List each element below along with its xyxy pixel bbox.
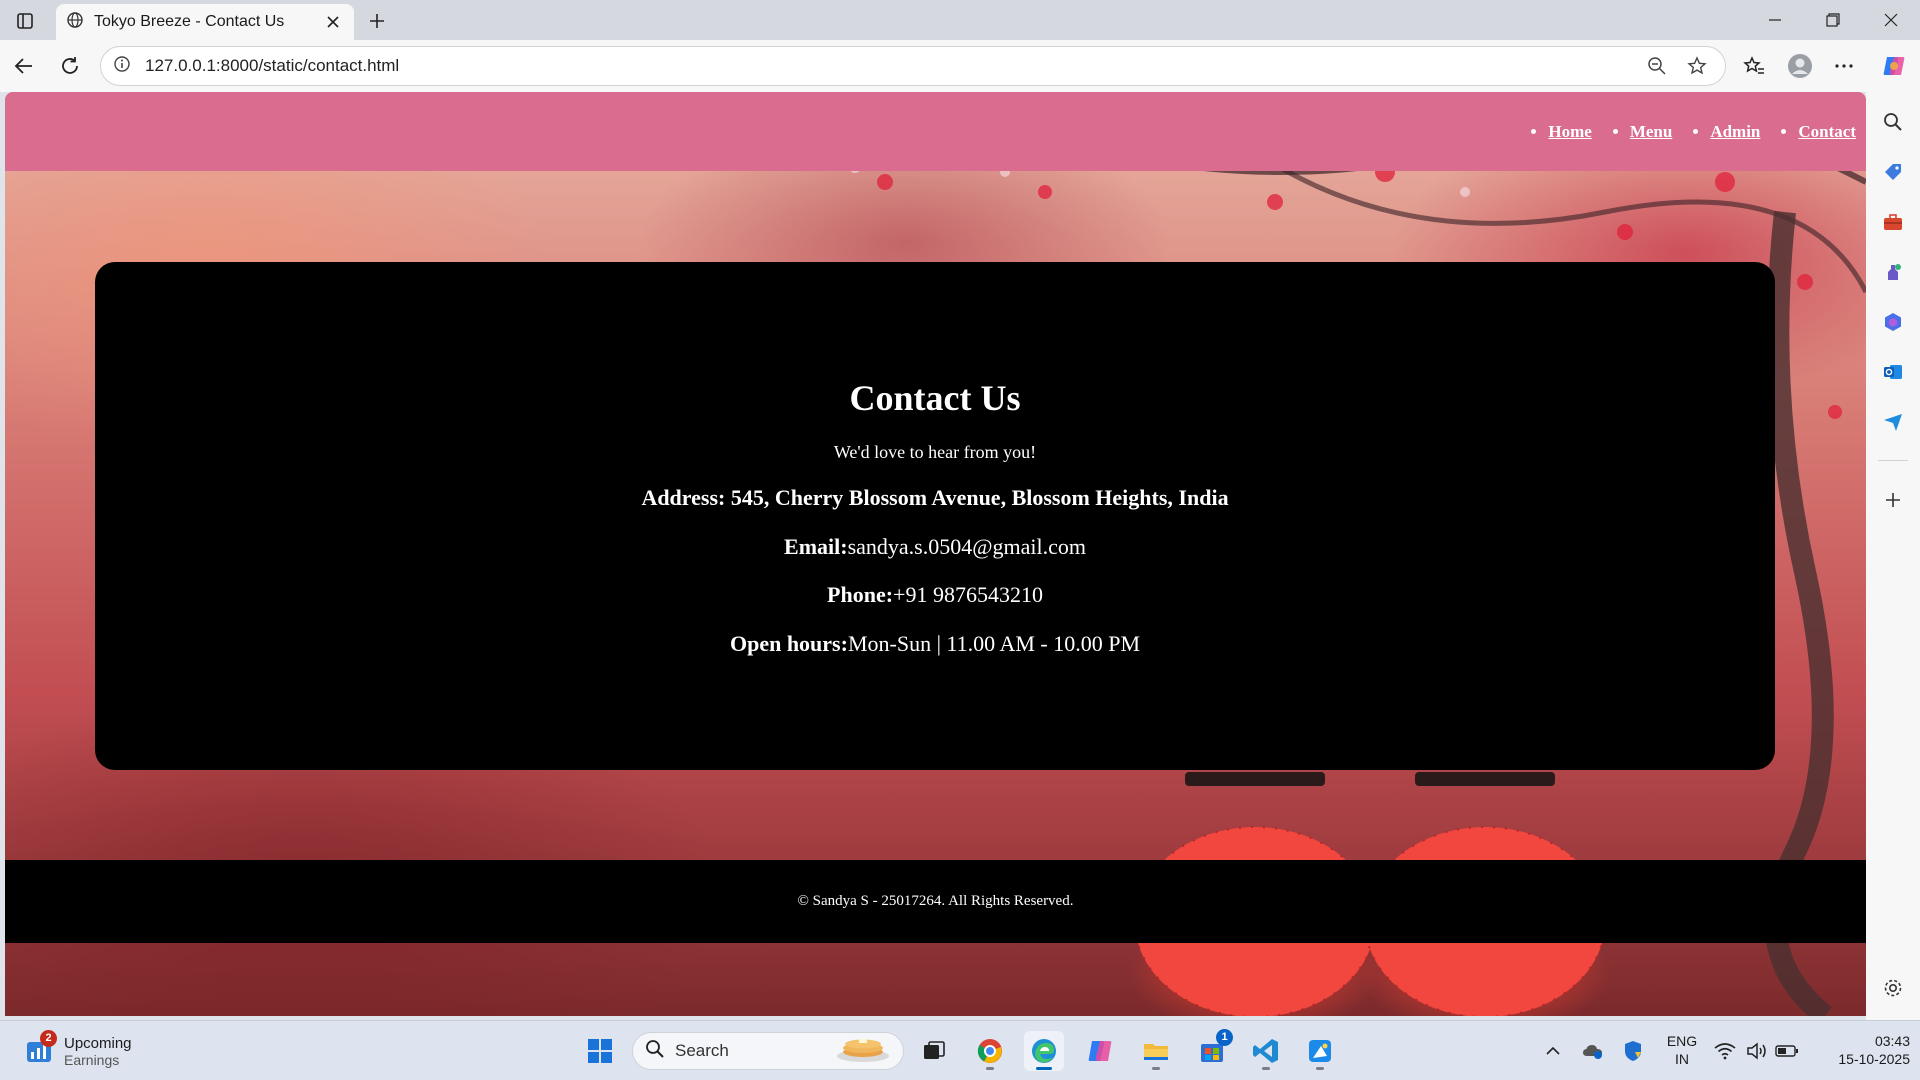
task-view-icon[interactable]: [914, 1031, 954, 1071]
contact-email: Email:sandya.s.0504@gmail.com: [95, 534, 1775, 560]
browser-tab[interactable]: Tokyo Breeze - Contact Us: [56, 4, 354, 40]
nav-item-home: Home: [1548, 122, 1591, 142]
chrome-icon[interactable]: [970, 1031, 1010, 1071]
widget-title: Upcoming: [64, 1034, 132, 1052]
new-tab-icon[interactable]: [362, 8, 392, 34]
onedrive-icon[interactable]: [1578, 1035, 1608, 1067]
nav-link-contact[interactable]: Contact: [1798, 122, 1856, 141]
phone-label: Phone:: [827, 582, 894, 607]
minimize-icon[interactable]: [1746, 0, 1804, 40]
address-text: Address: 545, Cherry Blossom Avenue, Blo…: [641, 485, 1229, 510]
start-windows-icon[interactable]: [580, 1031, 620, 1071]
battery-icon[interactable]: [1772, 1035, 1802, 1067]
url-text[interactable]: 127.0.0.1:8000/static/contact.html: [145, 56, 1633, 76]
nav-link-menu[interactable]: Menu: [1630, 122, 1673, 141]
contact-page: Home Menu Admin Contact Contact Us We'd …: [5, 92, 1866, 1016]
tab-title: Tokyo Breeze - Contact Us: [94, 13, 285, 30]
email-value: sandya.s.0504@gmail.com: [847, 534, 1086, 559]
volume-icon[interactable]: [1742, 1035, 1772, 1067]
running-indicator: [1262, 1067, 1270, 1070]
profile-avatar-icon[interactable]: [1784, 50, 1816, 82]
earnings-chart-icon: 2: [24, 1030, 57, 1066]
file-explorer-icon[interactable]: [1136, 1031, 1176, 1071]
sidebar-divider: [1878, 460, 1908, 461]
contact-title: Contact Us: [849, 378, 1021, 418]
language-code: ENG: [1666, 1033, 1698, 1049]
microsoft-store-icon[interactable]: 1: [1192, 1029, 1233, 1071]
nav-link-home[interactable]: Home: [1548, 122, 1591, 141]
microsoft365-icon[interactable]: [1877, 306, 1909, 338]
vscode-icon[interactable]: [1246, 1031, 1286, 1071]
outlook-icon[interactable]: [1877, 356, 1909, 388]
zoom-out-icon[interactable]: [1641, 50, 1673, 82]
site-info-icon[interactable]: [113, 55, 131, 78]
phone-value: +91 9876543210: [893, 582, 1043, 607]
paint-app-icon[interactable]: [1300, 1031, 1340, 1071]
system-clock[interactable]: 03:43 15-10-2025: [1810, 1032, 1910, 1068]
taskbar: 2 Upcoming Earnings Search 1 ENG IN 03:4…: [0, 1020, 1920, 1080]
store-badge: 1: [1216, 1029, 1233, 1046]
security-shield-icon[interactable]: [1618, 1035, 1648, 1067]
widgets-button[interactable]: 2 Upcoming Earnings: [24, 1029, 132, 1073]
contact-card: Contact Us We'd love to hear from you! A…: [95, 262, 1775, 770]
send-icon[interactable]: [1877, 406, 1909, 438]
search-placeholder: Search: [675, 1041, 729, 1060]
contact-hours: Open hours:Mon-Sun | 11.00 AM - 10.00 PM: [95, 631, 1775, 657]
hours-value: Mon-Sun | 11.00 AM - 10.00 PM: [847, 631, 1141, 656]
contact-address: Address: 545, Cherry Blossom Avenue, Blo…: [95, 485, 1775, 511]
hours-label: Open hours:: [729, 631, 848, 656]
refresh-icon[interactable]: [54, 50, 86, 82]
active-indicator: [1036, 1067, 1052, 1070]
browser-sidebar: [1866, 92, 1920, 1020]
email-label: Email:: [784, 534, 848, 559]
wifi-icon[interactable]: [1710, 1035, 1740, 1067]
language-indicator[interactable]: ENG IN: [1660, 1032, 1704, 1068]
favorite-star-icon[interactable]: [1681, 50, 1713, 82]
settings-gear-icon[interactable]: [1877, 972, 1909, 1004]
chevron-up-icon[interactable]: [1538, 1035, 1568, 1067]
site-footer: © Sandya S - 25017264. All Rights Reserv…: [5, 860, 1866, 943]
footer-copyright: © Sandya S - 25017264. All Rights Reserv…: [797, 893, 1074, 909]
running-indicator: [986, 1067, 994, 1070]
widget-subtitle: Earnings: [64, 1051, 120, 1068]
copilot-icon[interactable]: [1878, 50, 1910, 82]
nav-item-admin: Admin: [1710, 122, 1760, 142]
site-header: Home Menu Admin Contact: [5, 92, 1866, 171]
nav-link-admin[interactable]: Admin: [1710, 122, 1760, 141]
restore-icon[interactable]: [1804, 0, 1862, 40]
running-indicator: [1316, 1067, 1324, 1070]
games-icon[interactable]: [1877, 256, 1909, 288]
browser-toolbar: 127.0.0.1:8000/static/contact.html: [0, 40, 1920, 92]
more-options-icon[interactable]: [1828, 50, 1860, 82]
add-icon[interactable]: [1877, 484, 1909, 516]
widget-badge: 2: [40, 1030, 57, 1047]
search-icon[interactable]: [1877, 106, 1909, 138]
clock-time: 03:43: [1874, 1033, 1910, 1049]
tools-briefcase-icon[interactable]: [1877, 206, 1909, 238]
pancake-icon: [833, 1034, 893, 1069]
favorites-icon[interactable]: [1738, 50, 1770, 82]
copilot-app-icon[interactable]: [1080, 1031, 1120, 1071]
main-nav: Home Menu Admin Contact: [1510, 122, 1856, 142]
tab-actions-icon[interactable]: [10, 8, 40, 34]
contact-subtitle: We'd love to hear from you!: [833, 442, 1037, 462]
shopping-tag-icon[interactable]: [1877, 156, 1909, 188]
search-icon: [645, 1039, 665, 1064]
running-indicator: [1152, 1067, 1160, 1070]
page-viewport: Home Menu Admin Contact Contact Us We'd …: [5, 92, 1866, 1016]
clock-date: 15-10-2025: [1838, 1051, 1910, 1067]
tab-strip: Tokyo Breeze - Contact Us: [0, 0, 1920, 40]
region-code: IN: [1675, 1051, 1689, 1067]
close-window-icon[interactable]: [1862, 0, 1920, 40]
contact-phone: Phone:+91 9876543210: [95, 582, 1775, 608]
edge-icon[interactable]: [1024, 1031, 1064, 1071]
nav-item-menu: Menu: [1630, 122, 1673, 142]
back-arrow-icon[interactable]: [8, 50, 40, 82]
nav-item-contact: Contact: [1798, 122, 1856, 142]
taskbar-search[interactable]: Search: [632, 1032, 904, 1070]
globe-icon: [66, 11, 84, 34]
close-tab-icon[interactable]: [322, 11, 344, 33]
address-bar[interactable]: 127.0.0.1:8000/static/contact.html: [100, 46, 1726, 86]
